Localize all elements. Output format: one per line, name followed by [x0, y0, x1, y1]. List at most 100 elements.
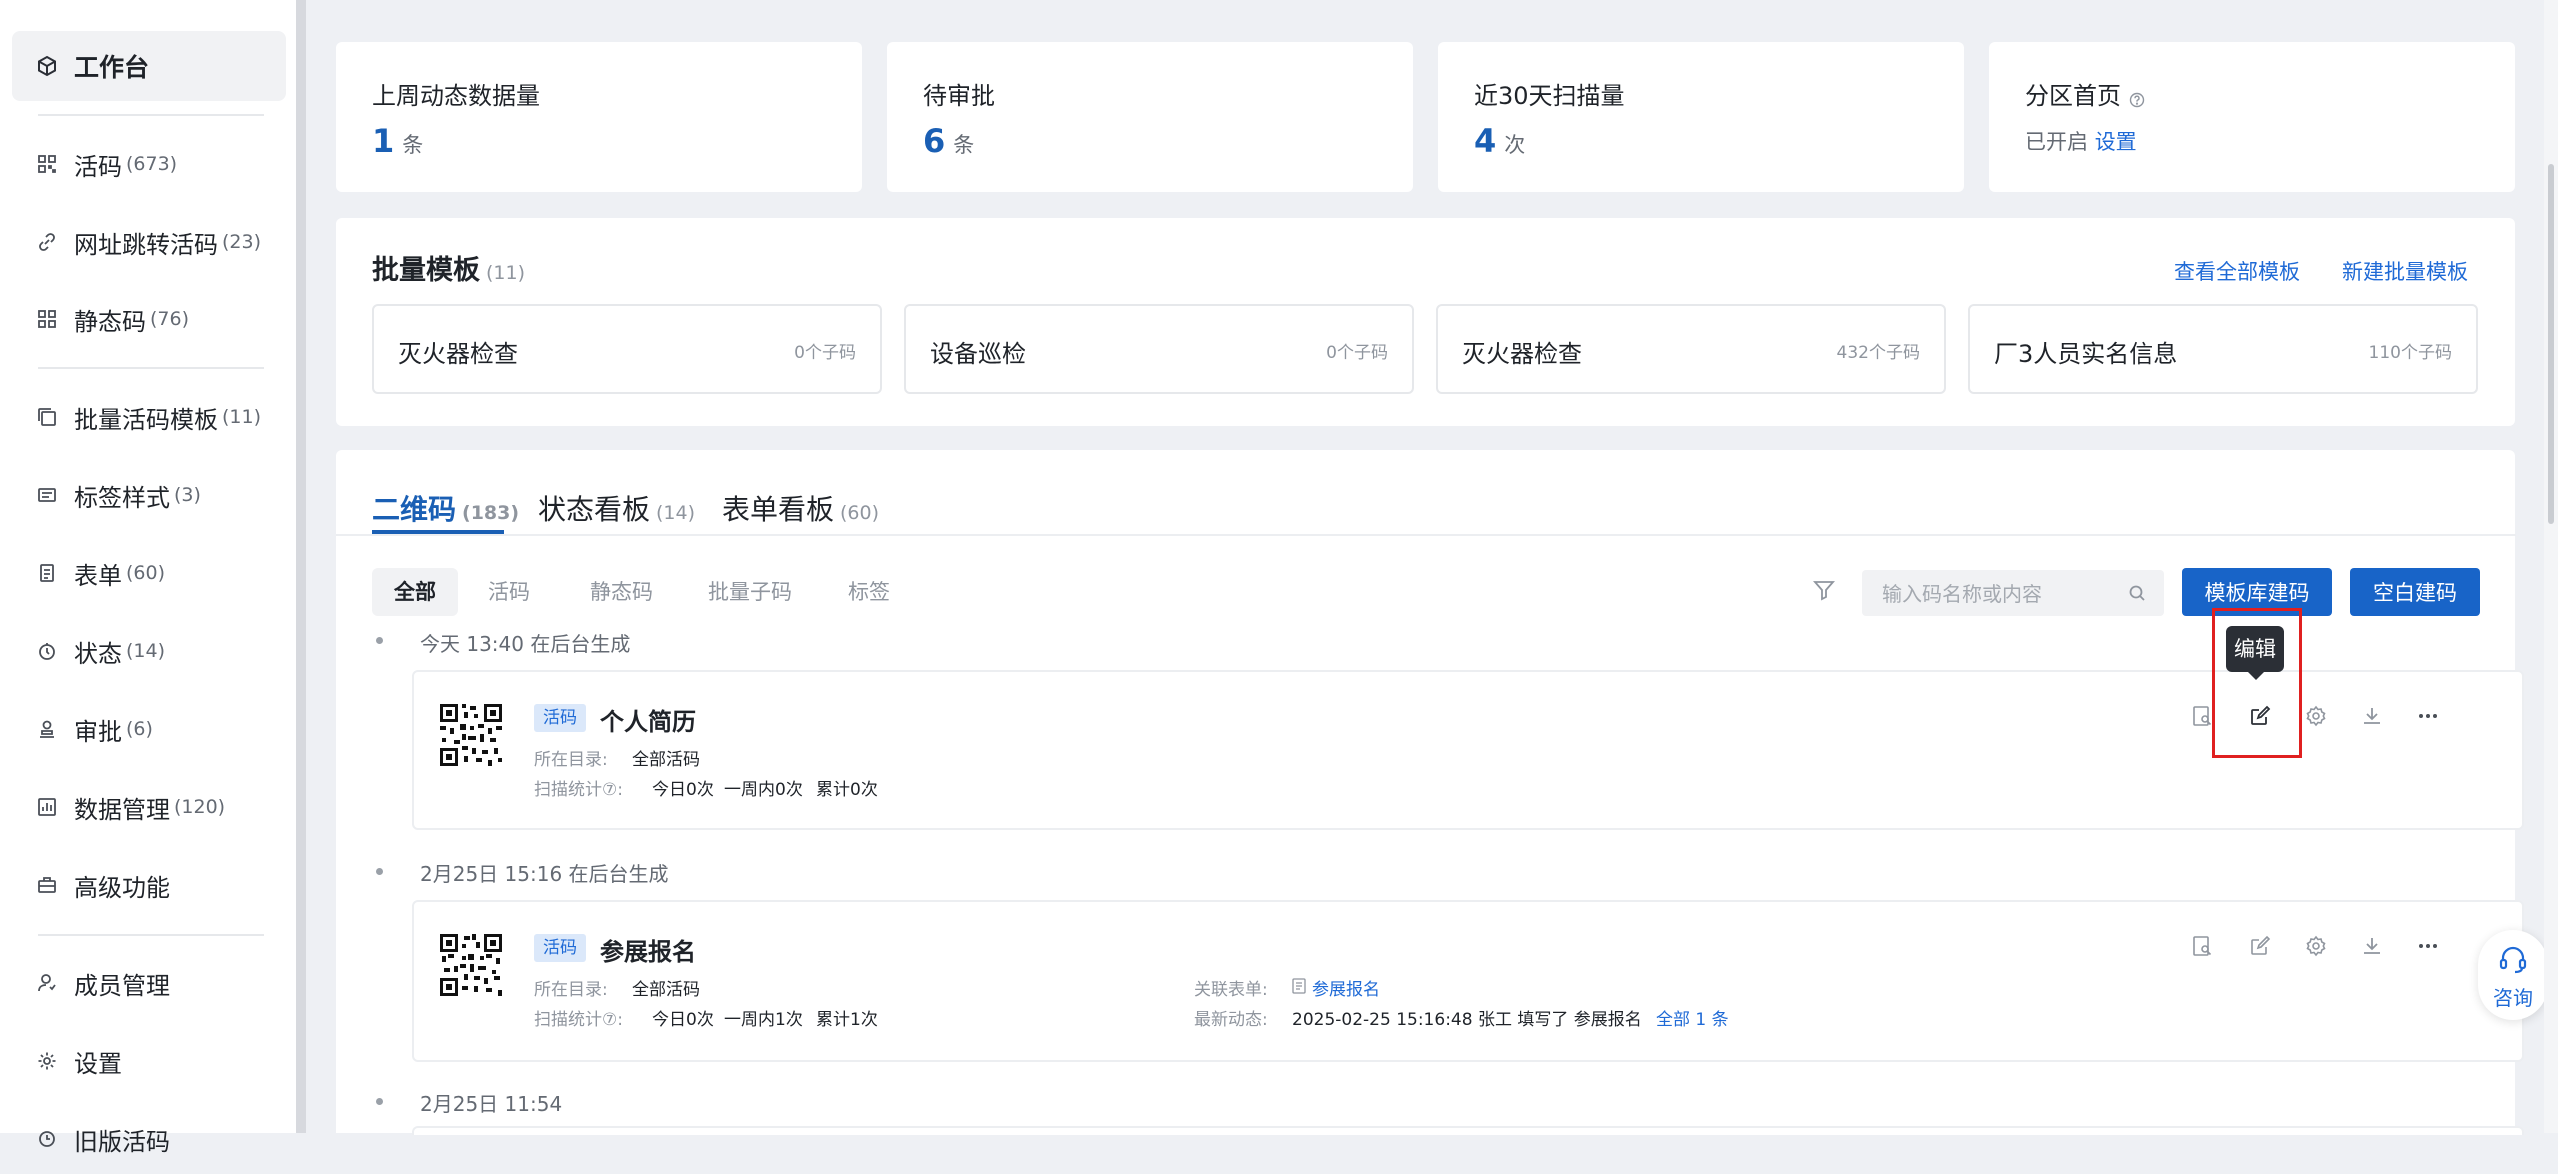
filter-live-code[interactable]: 活码: [466, 568, 552, 616]
page-scrollbar-thumb[interactable]: [2548, 164, 2554, 524]
code-type-badge: 活码: [534, 934, 586, 962]
stat-title: 上周动态数据量: [372, 82, 540, 110]
sidebar: 工作台 活码 (673) 网址跳转活码 (23) 静态码 (76) 批量活码模板…: [0, 0, 296, 1156]
sidebar-item-count: (76): [150, 308, 190, 330]
blank-create-button[interactable]: 空白建码: [2350, 568, 2480, 616]
template-card[interactable]: 厂3人员实名信息 110个子码: [1968, 304, 2478, 394]
filter-static-code[interactable]: 静态码: [568, 568, 675, 616]
code-card[interactable]: [412, 1126, 2524, 1135]
timeline-dot: [376, 637, 383, 644]
qr-grid-icon: [36, 153, 58, 175]
stat-unit: 次: [1504, 133, 1526, 157]
sidebar-item-data-management[interactable]: 数据管理 (120): [12, 772, 286, 842]
search-input[interactable]: [1880, 570, 2124, 618]
sidebar-item-label: 成员管理: [74, 971, 170, 1000]
qr-code-image[interactable]: [438, 702, 504, 768]
qr-code-image[interactable]: [438, 932, 504, 998]
sidebar-item-count: (14): [126, 640, 166, 662]
settings-icon[interactable]: [2304, 704, 2328, 728]
preview-icon[interactable]: [2190, 934, 2214, 958]
template-card[interactable]: 灭火器检查 432个子码: [1436, 304, 1946, 394]
scan-today: 今日0次: [652, 780, 714, 800]
sidebar-item-count: (60): [126, 562, 166, 584]
sidebar-item-label: 批量活码模板: [74, 405, 218, 434]
stat-number: 1: [372, 122, 395, 160]
help-icon[interactable]: [2129, 86, 2145, 107]
stat-title: 近30天扫描量: [1474, 82, 1625, 110]
download-icon[interactable]: [2360, 704, 2384, 728]
sidebar-item-label-style[interactable]: 标签样式 (3): [12, 460, 286, 530]
tab-form-board[interactable]: 表单看板 (60): [722, 488, 879, 528]
more-icon[interactable]: [2416, 704, 2440, 728]
scan-stats-label: 扫描统计⑦:: [534, 1010, 623, 1030]
template-card[interactable]: 设备巡检 0个子码: [904, 304, 1414, 394]
timeline-dot: [376, 868, 383, 875]
sidebar-item-count: (23): [222, 231, 262, 253]
stat-unit: 条: [953, 133, 975, 157]
code-card[interactable]: 活码 个人简历 所在目录: 全部活码 扫描统计⑦: 今日0次 一周内0次 累计0…: [412, 670, 2524, 830]
sidebar-item-status[interactable]: 状态 (14): [12, 616, 286, 686]
sidebar-item-settings[interactable]: 设置: [12, 1026, 286, 1096]
status-icon: [36, 640, 58, 662]
stat-card-weekly-data[interactable]: 上周动态数据量 1 条: [336, 42, 862, 192]
edit-tooltip: 编辑: [2226, 626, 2284, 672]
new-batch-template-link[interactable]: 新建批量模板: [2342, 256, 2468, 286]
filter-tag[interactable]: 标签: [826, 568, 912, 616]
tab-status-board[interactable]: 状态看板 (14): [538, 488, 695, 528]
stat-card-30day-scans[interactable]: 近30天扫描量 4 次: [1438, 42, 1964, 192]
code-title[interactable]: 个人简历: [600, 702, 696, 737]
sidebar-item-legacy[interactable]: 旧版活码: [12, 1104, 286, 1174]
filter-icon[interactable]: [1812, 578, 1836, 606]
download-icon[interactable]: [2360, 934, 2384, 958]
timeline-label: 2月25日 11:54: [420, 1088, 562, 1117]
sidebar-item-members[interactable]: 成员管理: [12, 948, 286, 1018]
nav-divider: [38, 114, 264, 116]
sidebar-item-live-code[interactable]: 活码 (673): [12, 129, 286, 199]
filter-batch-subcode[interactable]: 批量子码: [686, 568, 814, 616]
sidebar-item-label: 审批: [74, 717, 122, 746]
cube-icon: [36, 55, 58, 77]
label-icon: [36, 484, 58, 506]
view-all-templates-link[interactable]: 查看全部模板: [2174, 256, 2300, 286]
approval-icon: [36, 718, 58, 740]
template-name: 灭火器检查: [398, 340, 518, 368]
sidebar-item-count: (11): [222, 406, 262, 428]
sidebar-item-url-redirect[interactable]: 网址跳转活码 (23): [12, 207, 286, 277]
sidebar-item-static-code[interactable]: 静态码 (76): [12, 284, 286, 354]
sidebar-item-workbench[interactable]: 工作台: [12, 31, 286, 101]
history-icon: [36, 1128, 58, 1150]
tab-qrcode[interactable]: 二维码 (183): [372, 488, 519, 528]
settings-icon[interactable]: [2304, 934, 2328, 958]
search-icon[interactable]: [2128, 584, 2146, 606]
consult-button[interactable]: 咨询: [2478, 930, 2548, 1020]
linked-form-link[interactable]: 参展报名: [1312, 975, 1380, 1000]
scan-stats-label: 扫描统计⑦:: [534, 780, 623, 800]
sidebar-item-batch-template[interactable]: 批量活码模板 (11): [12, 382, 286, 452]
sidebar-item-approval[interactable]: 审批 (6): [12, 694, 286, 764]
consult-label: 咨询: [2493, 986, 2533, 1010]
settings-link[interactable]: 设置: [2095, 130, 2137, 154]
template-name: 厂3人员实名信息: [1994, 340, 2178, 368]
more-icon[interactable]: [2416, 934, 2440, 958]
briefcase-icon: [36, 874, 58, 896]
stat-card-pending-approval[interactable]: 待审批 6 条: [887, 42, 1413, 192]
timeline-label: 今天 13:40 在后台生成: [420, 628, 630, 657]
sidebar-item-label: 工作台: [74, 53, 150, 82]
tab-count: (60): [840, 502, 880, 524]
template-card[interactable]: 灭火器检查 0个子码: [372, 304, 882, 394]
sidebar-item-advanced[interactable]: 高级功能: [12, 850, 286, 920]
latest-activity-value: 2025-02-25 15:16:48 张工 填写了 参展报名: [1292, 1010, 1642, 1030]
code-card[interactable]: 活码 参展报名 所在目录: 全部活码 扫描统计⑦: 今日0次 一周内1次 累计1…: [412, 900, 2524, 1062]
timeline-time: 2月25日 15:16: [420, 862, 563, 886]
edit-icon[interactable]: [2248, 934, 2272, 958]
user-icon: [36, 972, 58, 994]
scan-week: 一周内1次: [724, 1010, 803, 1030]
preview-icon[interactable]: [2190, 704, 2214, 728]
sidebar-item-form[interactable]: 表单 (60): [12, 538, 286, 608]
filter-all[interactable]: 全部: [372, 568, 458, 616]
timeline-source: 在后台生成: [530, 632, 631, 656]
sidebar-scrollbar[interactable]: [296, 0, 306, 1133]
code-title[interactable]: 参展报名: [600, 932, 696, 967]
all-activity-link[interactable]: 全部 1 条: [1656, 1005, 1729, 1030]
search-box: [1862, 570, 2164, 618]
